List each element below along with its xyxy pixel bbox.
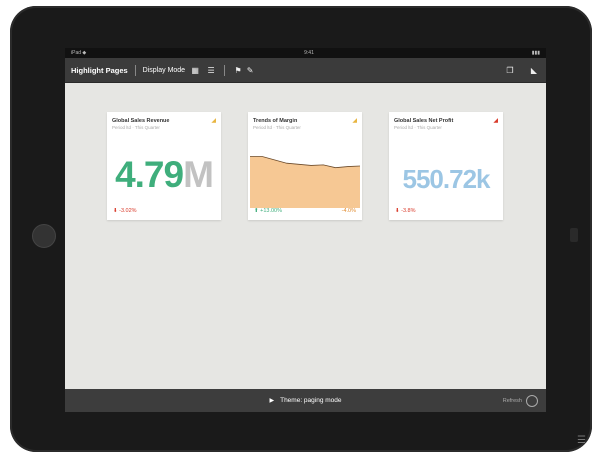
kpi-value-number: 4.79 (115, 154, 184, 195)
change-value: -3.8% (401, 208, 416, 214)
toolbar: Highlight Pages Display Mode ▦ ☰ ⚑ ✎ ❐ ◣ (65, 58, 546, 83)
kpi-value: 4.79M (107, 154, 221, 196)
refresh-label: Refresh (502, 398, 522, 404)
card-footer: ⬇ -3.02% (113, 208, 215, 214)
margin-area-chart (250, 156, 361, 208)
card-footer: ⬇ -3.8% (395, 208, 497, 214)
arrow-down-icon: ⬇ (113, 208, 118, 214)
status-left: iPad ◆ (71, 50, 87, 56)
bottom-bar: ▶ Theme: paging mode Refresh (65, 389, 546, 412)
menu-icon: ☰ (577, 435, 586, 446)
status-time: 9:41 (304, 50, 314, 56)
card-subtitle: Period ltd · This Quarter (253, 125, 301, 130)
trend-change: ⬇ -3.8% (395, 208, 416, 214)
card-title: Global Sales Net Profit (394, 118, 454, 124)
arrow-down-icon: ⬇ (395, 208, 400, 214)
kpi-card-net-profit[interactable]: Global Sales Net Profit Period ltd · Thi… (389, 112, 503, 220)
kpi-value-suffix: M (183, 154, 214, 195)
change-value: +13.00% (260, 208, 283, 214)
list-view-icon[interactable]: ☰ (205, 64, 217, 76)
grid-view-icon[interactable]: ▦ (189, 64, 201, 76)
status-bar: iPad ◆ 9:41 ▮▮▮ (65, 48, 546, 58)
page-title: Highlight Pages (71, 65, 128, 75)
edit-icon[interactable]: ✎ (244, 64, 256, 76)
change-value: -3.02% (119, 208, 137, 214)
camera-icon (32, 224, 56, 248)
card-title: Global Sales Revenue (112, 118, 170, 124)
card-subtitle: Period ltd · This Quarter (394, 125, 442, 130)
document-icon[interactable]: ❐ (504, 64, 516, 76)
card-subtitle: Period ltd · This Quarter (112, 125, 160, 130)
flag-icon: ◢ (352, 118, 357, 124)
kpi-card-margin[interactable]: Trends of Margin Period ltd · This Quart… (248, 112, 362, 220)
flag-icon: ◢ (211, 118, 216, 124)
refresh-control[interactable]: Refresh (503, 395, 538, 407)
kpi-card-revenue[interactable]: Global Sales Revenue Period ltd · This Q… (107, 112, 221, 220)
app-screen: iPad ◆ 9:41 ▮▮▮ Highlight Pages Display … (65, 48, 546, 412)
display-mode-label: Display Mode (142, 66, 186, 74)
kpi-value-number: 550.72k (402, 164, 491, 194)
divider (224, 64, 226, 76)
divider (134, 64, 136, 76)
secondary-change: -4.0% (341, 208, 356, 214)
card-footer: ⬆ +13.00% -4.0% (254, 208, 356, 214)
display-mode: Display Mode ▦ ☰ (143, 64, 217, 76)
home-button[interactable] (570, 228, 578, 242)
play-icon[interactable]: ▶ (269, 397, 274, 404)
feed-icon[interactable]: ◣ (528, 64, 540, 76)
card-title: Trends of Margin (253, 118, 298, 124)
theme-caption: Theme: paging mode (280, 397, 342, 404)
refresh-icon (526, 395, 538, 407)
filter-icon[interactable]: ⚑ (232, 64, 244, 76)
battery-icon: ▮▮▮ (531, 50, 540, 56)
flag-icon: ◢ (493, 118, 498, 124)
arrow-up-icon: ⬆ (254, 208, 259, 214)
margin-area (250, 156, 360, 208)
trend-change: ⬇ -3.02% (113, 208, 137, 214)
trend-change: ⬆ +13.00% (254, 208, 282, 214)
